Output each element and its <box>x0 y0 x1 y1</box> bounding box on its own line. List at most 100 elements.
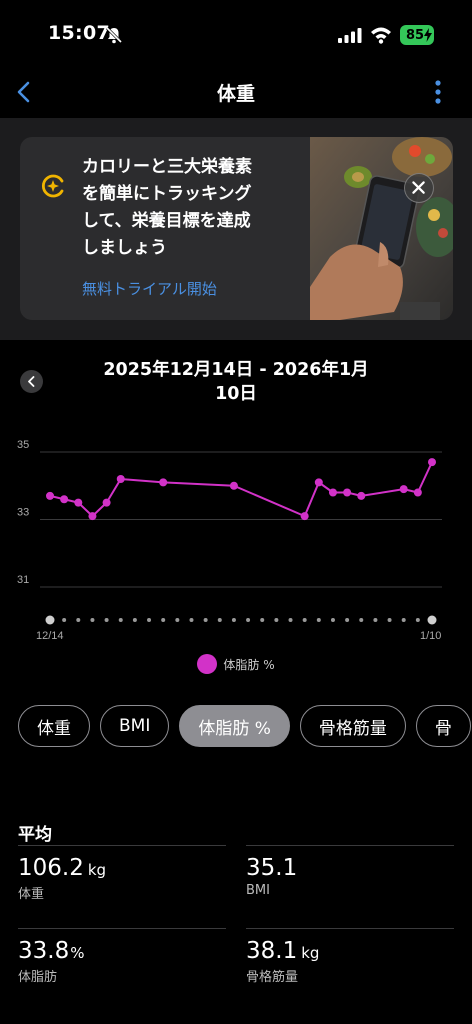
body-fat-line-chart[interactable]: 35 33 31 12/14 1/10 <box>0 440 472 650</box>
x-axis-dot <box>359 618 364 622</box>
data-point <box>357 491 366 500</box>
x-axis-dot <box>203 618 208 622</box>
stat-label: 体脂肪 <box>18 970 58 985</box>
data-point <box>60 495 69 504</box>
x-axis-dot <box>274 618 279 622</box>
stat-label: 体重 <box>18 887 45 902</box>
x-axis-dot <box>246 618 251 622</box>
x-axis-dot <box>415 618 420 622</box>
promo-photo <box>310 137 453 320</box>
stat-value: 33.8 <box>18 938 70 964</box>
x-axis-dot <box>90 618 95 622</box>
charging-bolt-icon <box>424 28 432 42</box>
x-axis-dot <box>62 618 67 622</box>
x-axis-dot <box>175 618 180 622</box>
x-axis-dot <box>45 615 55 625</box>
data-point <box>428 458 436 467</box>
promo-section: カロリーと三大栄養素 を簡単にトラッキング して、栄養目標を達成 しましょう 無… <box>0 118 472 340</box>
promo-card[interactable]: カロリーと三大栄養素 を簡単にトラッキング して、栄養目標を達成 しましょう 無… <box>20 137 453 320</box>
data-point <box>399 485 408 494</box>
tab-metric-2[interactable]: 体脂肪 % <box>179 705 290 747</box>
close-promo-button[interactable] <box>404 173 434 203</box>
x-axis-dot <box>147 618 152 622</box>
x-axis-dot <box>161 618 166 622</box>
stat-unit: % <box>70 944 85 962</box>
x-axis-dot <box>288 618 293 622</box>
y-tick-label: 33 <box>17 507 29 519</box>
x-tick-label: 12/14 <box>36 630 64 642</box>
x-axis-dot <box>132 618 137 622</box>
tab-metric-3[interactable]: 骨格筋量 <box>299 705 406 747</box>
more-options-icon[interactable] <box>428 78 448 106</box>
data-point <box>229 481 238 490</box>
x-axis-dot <box>260 618 265 622</box>
tab-metric-4[interactable]: 骨 <box>415 705 471 747</box>
x-axis-dot <box>231 618 236 622</box>
status-time: 15:07 <box>48 22 110 44</box>
x-axis-dot <box>345 618 350 622</box>
x-axis-dot <box>330 618 335 622</box>
averages-heading: 平均 <box>18 825 52 845</box>
stat-unit: kg <box>301 944 320 962</box>
metric-tabs: 体重 BMI 体脂肪 % 骨格筋量骨 <box>18 705 472 747</box>
stat-value: 38.1 <box>246 938 298 964</box>
series-line <box>49 461 433 518</box>
data-point <box>413 488 422 497</box>
stat-label: 骨格筋量 <box>246 970 299 985</box>
stat-value: 35.1 <box>246 855 298 881</box>
free-trial-link[interactable]: 無料トライアル開始 <box>82 278 217 299</box>
stat-unit: kg <box>87 861 107 879</box>
x-axis-dot <box>316 618 321 622</box>
x-axis-dot <box>189 618 194 622</box>
close-icon <box>412 181 425 194</box>
averages-section: 平均 106.2 kg 体重 35.1 BMI 33.8% 体脂肪 38.1 kg … <box>18 820 454 985</box>
chart-legend: 体脂肪 % <box>0 654 472 674</box>
x-axis-dot <box>217 618 222 622</box>
x-axis-dot <box>387 618 392 622</box>
chevron-left-icon <box>28 376 35 387</box>
stat-label: BMI <box>246 883 270 898</box>
battery-level: 85 <box>405 27 425 43</box>
stat-body-fat: 33.8% 体脂肪 <box>18 938 226 985</box>
x-axis-dot <box>118 618 123 622</box>
page-title: 体重 <box>216 83 255 105</box>
data-point <box>328 488 337 497</box>
x-axis-dot <box>104 618 109 622</box>
y-tick-label: 31 <box>17 574 29 586</box>
data-point <box>343 488 352 497</box>
data-point <box>314 478 323 487</box>
tab-metric-1[interactable]: BMI <box>100 705 170 747</box>
legend-marker <box>197 654 218 674</box>
x-axis-dot <box>373 618 378 622</box>
divider <box>246 845 454 846</box>
data-point <box>116 475 125 483</box>
nutrition-icon <box>41 174 64 198</box>
tab-metric-0[interactable]: 体重 <box>18 705 90 747</box>
previous-range-button[interactable] <box>20 370 43 393</box>
divider <box>18 928 226 929</box>
stat-skeletal-muscle: 38.1 kg 骨格筋量 <box>246 938 454 985</box>
stat-bmi: 35.1 BMI <box>246 855 454 898</box>
divider <box>246 928 454 929</box>
wifi-icon <box>371 27 391 44</box>
bell-off-icon <box>105 26 123 44</box>
divider <box>18 845 226 846</box>
data-point <box>74 498 83 507</box>
data-point <box>102 498 111 507</box>
x-tick-label: 1/10 <box>420 630 441 642</box>
x-axis-dot <box>76 618 81 622</box>
legend-label: 体脂肪 % <box>223 657 275 672</box>
date-range-title: 2025年12月14日 - 2026年1月 10日 <box>103 360 369 404</box>
data-point <box>300 512 309 521</box>
battery-indicator: 85 <box>400 25 434 45</box>
nav-bar: 体重 <box>0 70 472 114</box>
x-axis-dot <box>401 618 406 622</box>
promo-message: カロリーと三大栄養素 を簡単にトラッキング して、栄養目標を達成 しましょう <box>82 157 252 258</box>
data-point <box>46 491 54 500</box>
data-point <box>88 512 97 521</box>
x-axis-dot <box>302 618 307 622</box>
y-tick-label: 35 <box>17 440 29 451</box>
status-bar: 15:07 85 <box>0 0 472 70</box>
stat-weight: 106.2 kg 体重 <box>18 855 226 902</box>
data-point <box>159 478 168 487</box>
